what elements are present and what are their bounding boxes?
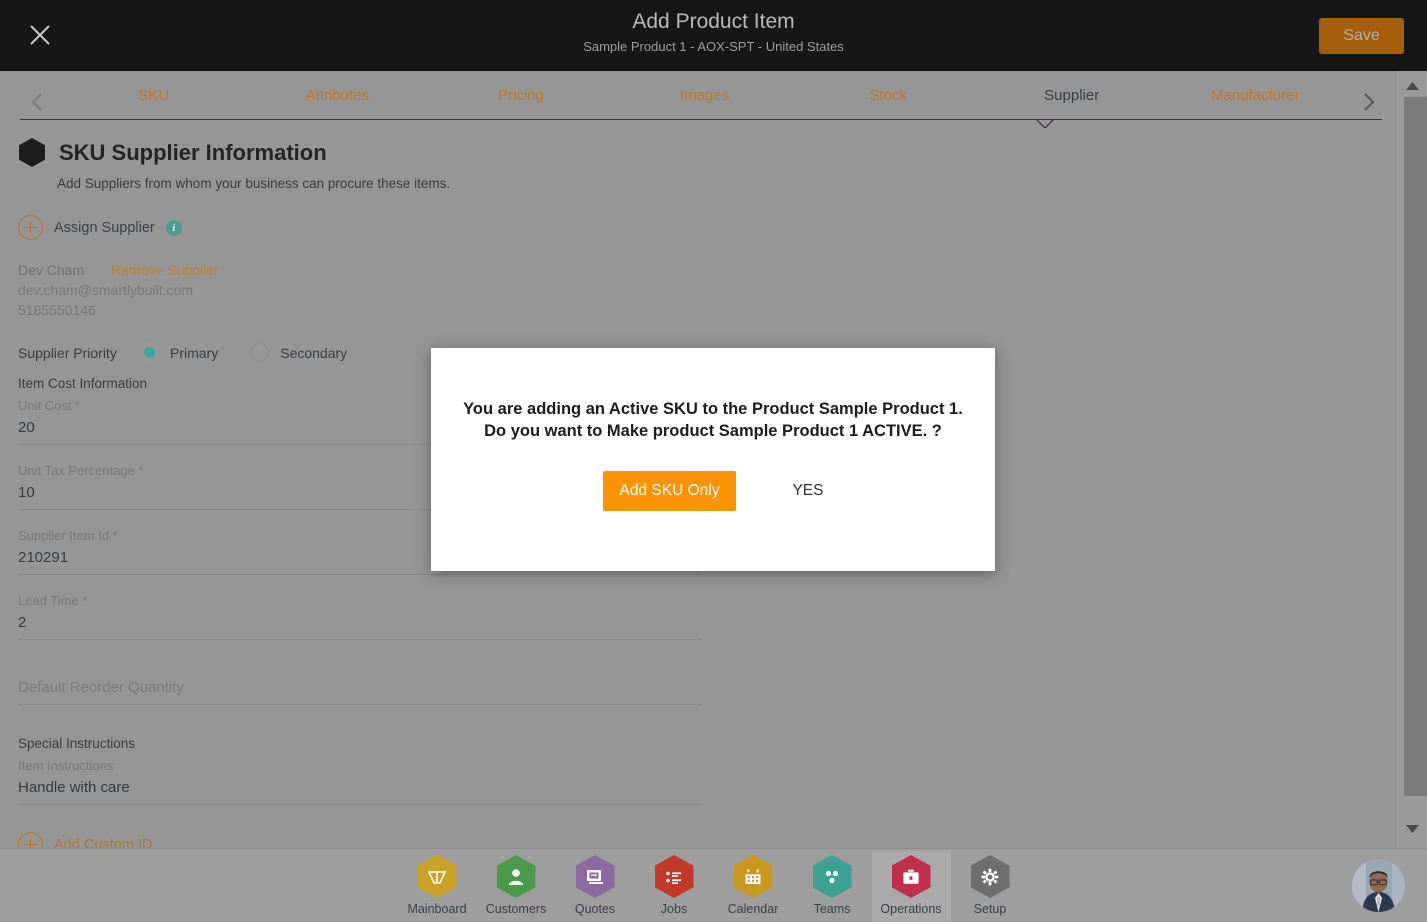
setup-icon <box>970 855 1010 898</box>
nav-item-calendar[interactable]: Calendar <box>714 851 793 921</box>
field-item-instructions[interactable]: Item Instructions Handle with care <box>18 758 702 805</box>
tab-attributes[interactable]: Attributes <box>246 71 430 121</box>
confirm-dialog: You are adding an Active SKU to the Prod… <box>431 348 995 571</box>
remove-supplier-link[interactable]: Remove Supplier <box>111 262 218 278</box>
nav-label-customers: Customers <box>485 902 547 916</box>
chevron-right-icon[interactable] <box>1355 89 1381 115</box>
radio-primary-indicator <box>140 343 159 362</box>
chevron-left-icon[interactable] <box>24 89 50 115</box>
section-header: SKU Supplier Information <box>19 138 327 167</box>
supplier-summary: Dev Cham Remove Supplier dev.cham@smartl… <box>18 262 219 318</box>
yes-button[interactable]: YES <box>792 482 823 500</box>
active-tab-pointer <box>1036 119 1054 128</box>
supplier-name: Dev Cham <box>18 262 85 278</box>
nav-item-setup[interactable]: Setup <box>951 851 1030 921</box>
mainboard-icon <box>417 855 457 898</box>
special-instructions-heading: Special Instructions <box>18 736 136 751</box>
calendar-icon <box>733 855 773 898</box>
assign-supplier-label: Assign Supplier <box>54 219 155 236</box>
nav-item-mainboard[interactable]: Mainboard <box>398 851 477 921</box>
field-lead-time-label: Lead Time * <box>18 593 88 608</box>
tab-stock[interactable]: Stock <box>796 71 980 121</box>
radio-primary[interactable]: Primary <box>140 343 218 362</box>
tab-manufacturer[interactable]: Manufacturer <box>1163 71 1347 121</box>
nav-label-quotes: Quotes <box>574 902 616 916</box>
customers-icon <box>496 855 536 898</box>
add-custom-id-button[interactable]: Add Custom ID <box>18 832 152 848</box>
nav-item-customers[interactable]: Customers <box>477 851 556 921</box>
confirm-dialog-actions: Add SKU Only YES <box>602 471 823 511</box>
close-icon[interactable] <box>26 21 54 49</box>
page-title: Add Product Item <box>632 10 795 33</box>
supplier-name-row: Dev Cham Remove Supplier <box>18 262 219 278</box>
tab-sku[interactable]: SKU <box>62 71 246 121</box>
nav-item-teams[interactable]: Teams <box>793 851 872 921</box>
tab-pricing[interactable]: Pricing <box>429 71 613 121</box>
section-subtitle: Add Suppliers from whom your business ca… <box>57 176 451 191</box>
assign-supplier-button[interactable]: Assign Supplier i <box>18 215 182 240</box>
jobs-icon <box>654 855 694 898</box>
radio-secondary-label: Secondary <box>280 344 348 361</box>
quotes-icon <box>575 855 615 898</box>
scroll-up-icon[interactable] <box>1396 75 1427 97</box>
save-button[interactable]: Save <box>1319 18 1404 54</box>
field-lead-time-value: 2 <box>18 614 27 631</box>
teams-icon <box>812 855 852 898</box>
section-title: SKU Supplier Information <box>59 139 327 165</box>
operations-icon <box>891 855 931 898</box>
supplier-priority-group: Supplier Priority Primary Secondary <box>18 343 347 362</box>
tab-bar: SKU Attributes Pricing Images Stock Supp… <box>0 71 1411 130</box>
scroll-down-icon[interactable] <box>1396 818 1427 840</box>
tab-list: SKU Attributes Pricing Images Stock Supp… <box>62 71 1347 121</box>
tab-supplier[interactable]: Supplier <box>980 71 1164 121</box>
plus-circle-icon <box>18 832 43 848</box>
field-lead-time[interactable]: Lead Time * 2 <box>18 593 702 640</box>
field-default-reorder-quantity-placeholder: Default Reorder Quantity <box>18 679 184 696</box>
radio-primary-label: Primary <box>170 344 219 361</box>
section-hex-icon <box>19 138 45 167</box>
supplier-priority-label: Supplier Priority <box>18 344 117 361</box>
nav-item-quotes[interactable]: Quotes <box>556 851 635 921</box>
info-icon[interactable]: i <box>165 219 182 236</box>
field-item-instructions-label: Item Instructions <box>18 758 114 773</box>
nav-label-mainboard: Mainboard <box>407 902 467 916</box>
nav-label-setup: Setup <box>973 902 1007 916</box>
radio-secondary-indicator <box>250 343 270 362</box>
plus-circle-icon <box>18 215 43 240</box>
supplier-phone: 5185550146 <box>18 302 96 318</box>
page-subtitle: Sample Product 1 - AOX-SPT - United Stat… <box>583 39 844 54</box>
nav-item-operations[interactable]: Operations <box>871 850 951 921</box>
add-custom-id-label: Add Custom ID <box>54 836 153 849</box>
add-sku-only-button[interactable]: Add SKU Only <box>602 471 737 511</box>
item-cost-heading: Item Cost Information <box>18 376 148 391</box>
scrollbar-thumb[interactable] <box>1404 97 1427 796</box>
tab-underline <box>20 119 1382 120</box>
header-titles: Add Product Item Sample Product 1 - AOX-… <box>0 8 1427 57</box>
field-item-instructions-value: Handle with care <box>18 779 130 796</box>
app-root: Add Product Item Sample Product 1 - AOX-… <box>0 0 1427 922</box>
confirm-dialog-message: You are adding an Active SKU to the Prod… <box>463 400 963 440</box>
bottom-navigation: Mainboard Customers Quotes Jobs Calendar… <box>0 848 1427 922</box>
nav-label-teams: Teams <box>813 902 851 916</box>
tab-images[interactable]: Images <box>613 71 797 121</box>
nav-label-operations: Operations <box>880 902 942 916</box>
radio-secondary[interactable]: Secondary <box>250 343 347 362</box>
field-default-reorder-quantity[interactable]: Default Reorder Quantity <box>18 675 702 705</box>
nav-label-jobs: Jobs <box>660 902 688 916</box>
modal-header: Add Product Item Sample Product 1 - AOX-… <box>0 0 1427 71</box>
avatar[interactable] <box>1352 859 1405 912</box>
nav-label-calendar: Calendar <box>727 902 779 916</box>
supplier-email: dev.cham@smartlybuilt.com <box>18 282 193 298</box>
nav-item-jobs[interactable]: Jobs <box>635 851 714 921</box>
vertical-scrollbar[interactable] <box>1395 71 1427 848</box>
